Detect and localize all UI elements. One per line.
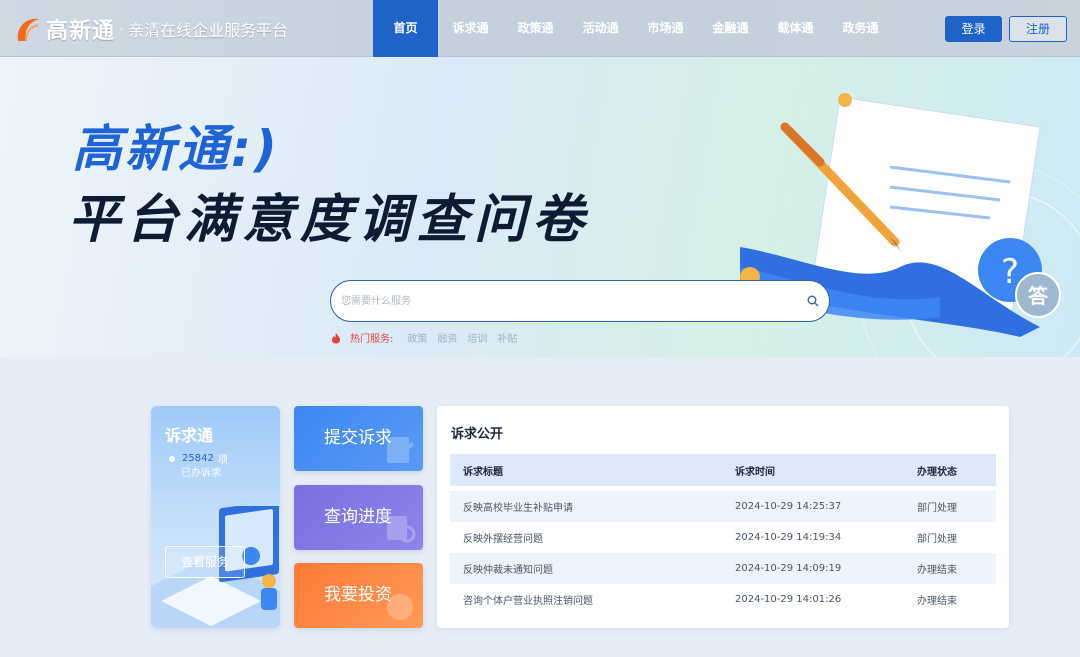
menu-item-appeal[interactable]: 诉求通 (438, 0, 503, 57)
menu-item-activity[interactable]: 活动通 (568, 0, 633, 57)
query-progress-button[interactable]: 查询进度 (294, 485, 423, 550)
row-title[interactable]: 反映外摆经营问题 (450, 530, 735, 545)
table-row[interactable]: 咨询个体户营业执照注销问题 2024-10-29 14:01:26 办理结束 (450, 584, 996, 615)
row-time: 2024-10-29 14:01:26 (735, 594, 842, 605)
table-row[interactable]: 反映高校毕业生补贴申请 2024-10-29 14:25:37 部门处理 (450, 491, 996, 522)
logo-name: 高新通 (46, 19, 116, 44)
svg-text:?: ? (1001, 252, 1019, 292)
table-header: 诉求标题 诉求时间 办理状态 (450, 454, 996, 486)
menu-item-finance[interactable]: 金融通 (698, 0, 763, 57)
row-status: 部门处理 (917, 534, 957, 545)
appeal-count-value: 25842 (182, 453, 214, 464)
main-menu: 首页 诉求通 政策通 活动通 市场通 金融通 载体通 政务通 (373, 0, 893, 57)
magnifier-document-icon (387, 516, 416, 543)
hot-tag-policy[interactable]: 政策 (407, 330, 427, 345)
header-title: 诉求标题 (463, 466, 503, 478)
menu-item-policy[interactable]: 政策通 (503, 0, 568, 57)
hot-tag-finance[interactable]: 融资 (437, 330, 457, 345)
header-time: 诉求时间 (735, 466, 775, 478)
hot-tag-subsidy[interactable]: 补贴 (497, 330, 517, 345)
menu-item-home[interactable]: 首页 (373, 0, 438, 57)
fire-icon (332, 332, 340, 343)
row-status: 办理结束 (917, 565, 957, 576)
row-status: 部门处理 (917, 503, 957, 514)
row-title[interactable]: 反映仲裁未通知问题 (450, 561, 735, 576)
edit-document-icon (387, 437, 415, 463)
bullet-dot (169, 455, 175, 462)
hero-title-brand: 高新通:) (72, 120, 280, 178)
search-icon[interactable] (807, 295, 819, 307)
submit-appeal-button[interactable]: 提交诉求 (294, 406, 423, 471)
table-row[interactable]: 反映外摆经营问题 2024-10-29 14:19:34 部门处理 (450, 522, 996, 553)
appeal-table: 诉求标题 诉求时间 办理状态 反映高校毕业生补贴申请 2024-10-29 14… (450, 454, 996, 615)
register-button[interactable]: 注册 (1009, 16, 1067, 42)
row-time: 2024-10-29 14:19:34 (735, 532, 842, 543)
search-box (330, 280, 830, 322)
top-nav: 高新通 · 亲清在线企业服务平台 首页 诉求通 政策通 活动通 市场通 金融通 … (0, 0, 1080, 57)
answer-bubble-icon: 答 (1015, 272, 1061, 318)
invest-label: 我要投资 (324, 585, 392, 605)
logo[interactable]: 高新通 · 亲清在线企业服务平台 (12, 12, 288, 46)
submit-appeal-label: 提交诉求 (324, 428, 392, 448)
hero-banner: ? 答 高新通:) 平台满意度调查问卷 热门服务: 政策 融资 培训 补贴 (0, 57, 1080, 357)
login-button[interactable]: 登录 (945, 16, 1002, 42)
appeal-card-title: 诉求通 (165, 426, 214, 445)
row-title[interactable]: 咨询个体户营业执照注销问题 (450, 592, 735, 607)
appeal-summary-card: 诉求通 25842 项 已办诉求 查看服务 (151, 406, 280, 628)
row-title[interactable]: 反映高校毕业生补贴申请 (450, 499, 735, 514)
logo-separator: · (119, 19, 125, 39)
header-status: 办理状态 (917, 466, 957, 478)
menu-item-carrier[interactable]: 载体通 (763, 0, 828, 57)
hot-tag-training[interactable]: 培训 (467, 330, 487, 345)
invest-button[interactable]: 我要投资 (294, 563, 423, 628)
logo-arc-icon (17, 18, 40, 42)
search-input[interactable] (341, 281, 801, 321)
logo-slogan: 亲清在线企业服务平台 (128, 21, 289, 40)
appeal-public-panel: 诉求公开 诉求标题 诉求时间 办理状态 反映高校毕业生补贴申请 2024-10-… (437, 406, 1009, 628)
row-time: 2024-10-29 14:25:37 (735, 501, 842, 512)
menu-item-government[interactable]: 政务通 (828, 0, 893, 57)
hero-title-survey[interactable]: 平台满意度调查问卷 (68, 177, 590, 252)
hot-services-label: 热门服务: (350, 334, 394, 345)
view-service-button[interactable]: 查看服务 (165, 546, 245, 578)
row-status: 办理结束 (917, 596, 957, 607)
table-row[interactable]: 反映仲裁未通知问题 2024-10-29 14:09:19 办理结束 (450, 553, 996, 584)
svg-text:答: 答 (1028, 284, 1049, 308)
menu-item-market[interactable]: 市场通 (633, 0, 698, 57)
panel-title: 诉求公开 (451, 427, 504, 442)
coin-icon (387, 594, 413, 620)
row-time: 2024-10-29 14:09:19 (735, 563, 842, 574)
appeal-count-label: 已办诉求 (181, 468, 221, 479)
query-progress-label: 查询进度 (324, 507, 392, 527)
hot-services: 热门服务: 政策 融资 培训 补贴 (330, 330, 527, 345)
